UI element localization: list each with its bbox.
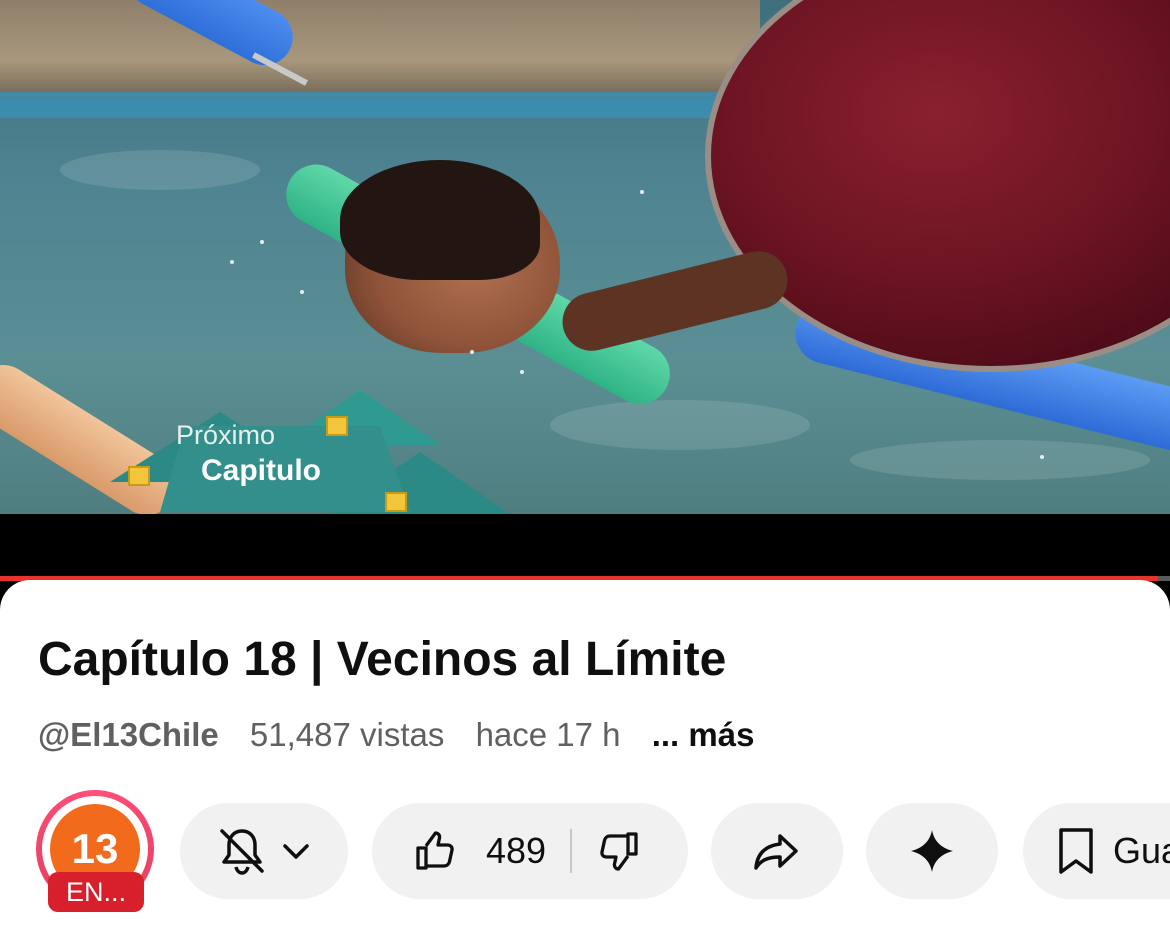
like-count: 489 [486, 830, 547, 871]
swimmer-hair [340, 160, 540, 280]
sparkle-icon [908, 827, 956, 875]
upload-age: hace 17 h [475, 716, 621, 753]
overlay-line2: Capitulo [201, 454, 321, 487]
more-link[interactable]: ... más [652, 716, 755, 753]
ask-ai-button[interactable] [866, 803, 998, 899]
divider [570, 829, 573, 873]
water-splash [520, 370, 524, 374]
dislike-button[interactable] [596, 828, 642, 874]
video-title[interactable]: Capítulo 18 | Vecinos al Límite [38, 632, 726, 687]
water-ripple [850, 440, 1150, 480]
window-icon [128, 466, 150, 486]
like-button[interactable]: 489 [412, 828, 546, 874]
water-ripple [550, 400, 810, 450]
channel-handle[interactable]: @El13Chile [38, 716, 219, 753]
pool-deck [0, 0, 760, 100]
like-dislike-group: 489 [372, 803, 688, 899]
water-splash [470, 350, 474, 354]
share-button[interactable] [711, 803, 843, 899]
video-meta[interactable]: @El13Chile 51,487 vistas hace 17 h ... m… [38, 716, 754, 754]
thumbs-down-icon [596, 828, 642, 874]
water-splash [640, 190, 644, 194]
save-label: Gua [1113, 830, 1170, 871]
share-icon [750, 824, 804, 878]
window-icon [385, 492, 407, 512]
water-splash [1040, 455, 1044, 459]
water-splash [300, 290, 304, 294]
chevron-down-icon [278, 833, 314, 869]
water-splash [260, 240, 264, 244]
next-episode-overlay: Próximo Capitulo [80, 390, 510, 514]
water-splash [230, 260, 234, 264]
save-button[interactable]: Gua [1023, 803, 1170, 899]
bell-off-icon [214, 823, 270, 879]
pool-rim [0, 92, 760, 118]
view-count: 51,487 vistas [249, 716, 445, 753]
water-ripple [60, 150, 260, 190]
live-badge: EN... [48, 872, 144, 912]
bookmark-icon [1053, 826, 1099, 876]
notifications-button[interactable] [180, 803, 348, 899]
swimmer-arm [556, 245, 794, 357]
red-barrel [705, 0, 1170, 372]
window-icon [326, 416, 348, 436]
video-player[interactable]: Próximo Capitulo [0, 0, 1170, 514]
overlay-line1: Próximo [176, 420, 276, 450]
thumbs-up-icon [412, 828, 458, 874]
